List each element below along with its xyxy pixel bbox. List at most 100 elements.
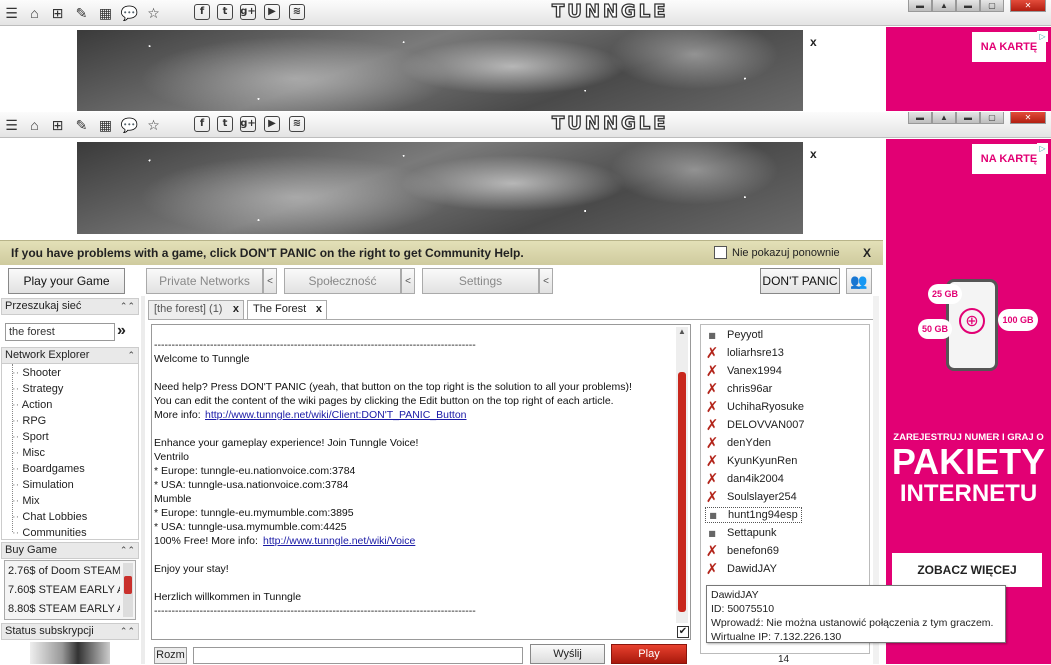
user-list-item[interactable]: ✗ Vanex1994 [705, 362, 782, 380]
scroll-thumb[interactable] [678, 372, 686, 612]
ad-close-button[interactable]: x [810, 35, 817, 49]
close-tab-icon[interactable]: x [233, 301, 239, 318]
private-networks-caret[interactable]: < [263, 268, 277, 294]
explorer-item[interactable]: ·· RPG [12, 415, 46, 427]
chat-scrollbar[interactable]: ▲ [676, 327, 688, 623]
close-button[interactable]: ✕ [1010, 0, 1046, 12]
user-list-item[interactable]: ✗ DELOVVAN007 [705, 416, 805, 434]
collapse-icon[interactable]: ⌃ [127, 348, 135, 363]
user-list-item[interactable]: ✗ denYden [705, 434, 771, 452]
explorer-item[interactable]: ·· Strategy [12, 383, 63, 395]
tab-forest-network[interactable]: [the forest] (1) x [148, 300, 244, 319]
subscription-panel-header[interactable]: Status subskrypcji ⌃⌃ [1, 623, 139, 640]
explorer-item[interactable]: ·· Communities [12, 527, 87, 539]
adchoices-icon[interactable]: ▷ [1037, 143, 1048, 154]
network-icon[interactable]: ⊞ [49, 116, 66, 133]
star-icon[interactable]: ☆ [145, 116, 162, 133]
explorer-item[interactable]: ·· Shooter [12, 367, 61, 379]
side-ad-top[interactable]: NA KARTĘ ▷ [886, 27, 1051, 111]
banner-ad-image[interactable] [77, 30, 803, 111]
users-icon[interactable]: 👥 [846, 268, 872, 294]
explorer-panel-header[interactable]: Network Explorer ⌃ [1, 347, 139, 364]
buy-game-item[interactable]: 2.76$ of Doom STEAM [8, 565, 120, 577]
user-list-item[interactable]: ✗ chris96ar [705, 380, 773, 398]
network-search-input[interactable]: the forest [5, 323, 115, 341]
community-caret[interactable]: < [401, 268, 415, 294]
explorer-item[interactable]: ·· Boardgames [12, 463, 85, 475]
play-your-game-button[interactable]: Play your Game [8, 268, 125, 294]
user-list-item[interactable]: ■ hunt1ng94esp [705, 507, 802, 523]
minimize-button[interactable]: ▬ [956, 0, 980, 12]
facebook-icon[interactable]: f [194, 4, 210, 20]
maximize-button[interactable]: ▢ [980, 112, 1004, 124]
chat-area[interactable]: ▲ ✔ ------------------------------------… [151, 324, 691, 640]
collapse-button[interactable]: ▲ [932, 0, 956, 12]
private-networks-button[interactable]: Private Networks [146, 268, 263, 294]
side-ad-cta-button[interactable]: ZOBACZ WIĘCEJ [892, 553, 1042, 587]
edit-icon[interactable]: ✎ [73, 116, 90, 133]
user-list-item[interactable]: ✗ DawidJAY [705, 560, 777, 578]
buy-game-scrollbar[interactable] [123, 563, 133, 617]
autoscroll-checkbox[interactable]: ✔ [677, 626, 689, 638]
menu-icon[interactable]: ☰ [3, 4, 20, 21]
chat-icon[interactable]: 💬 [121, 116, 138, 133]
googleplus-icon[interactable]: g+ [240, 4, 256, 20]
community-button[interactable]: Społeczność [284, 268, 401, 294]
user-list-item[interactable]: ✗ benefon69 [705, 542, 779, 560]
facebook-icon[interactable]: f [194, 116, 210, 132]
settings-button[interactable]: Settings [422, 268, 539, 294]
explorer-item[interactable]: ·· Sport [12, 431, 49, 443]
maximize-button[interactable]: ▢ [980, 0, 1004, 12]
explorer-item[interactable]: ·· Simulation [12, 479, 74, 491]
close-button[interactable]: ✕ [1010, 112, 1046, 124]
explorer-item[interactable]: ·· Misc [12, 447, 45, 459]
grid-icon[interactable]: ▦ [97, 4, 114, 21]
rozm-button[interactable]: Rozm [154, 647, 187, 664]
user-list-item[interactable]: ■ Settapunk [705, 525, 776, 541]
explorer-item[interactable]: ·· Mix [12, 495, 40, 507]
user-list-item[interactable]: ■ Peyyotl [705, 327, 763, 343]
search-panel-header[interactable]: Przeszukaj sieć ⌃⌃ [1, 298, 139, 315]
minimize-button[interactable]: ▬ [956, 112, 980, 124]
collapse-icon[interactable]: ⌃⌃ [120, 543, 135, 558]
user-list-item[interactable]: ✗ dan4ik2004 [705, 470, 784, 488]
collapse-icon[interactable]: ⌃⌃ [120, 299, 135, 314]
rss-icon[interactable]: ≋ [289, 116, 305, 132]
settings-caret[interactable]: < [539, 268, 553, 294]
twitter-icon[interactable]: t [217, 4, 233, 20]
banner-ad-image[interactable] [77, 142, 803, 234]
grid-icon[interactable]: ▦ [97, 116, 114, 133]
buy-game-panel-header[interactable]: Buy Game ⌃⌃ [1, 542, 139, 559]
youtube-icon[interactable]: ▶ [264, 4, 280, 20]
googleplus-icon[interactable]: g+ [240, 116, 256, 132]
home-icon[interactable]: ⌂ [26, 4, 43, 21]
close-tab-icon[interactable]: x [316, 301, 322, 318]
send-button[interactable]: Wyślij [530, 644, 605, 664]
user-list-item[interactable]: ✗ KyunKyunRen [705, 452, 798, 470]
user-list-item[interactable]: ✗ loliarhsre13 [705, 344, 784, 362]
warning-close-button[interactable]: X [863, 246, 871, 260]
chat-input[interactable] [193, 647, 523, 664]
rss-icon[interactable]: ≋ [289, 4, 305, 20]
chat-link[interactable]: http://www.tunngle.net/wiki/Voice [263, 535, 415, 547]
adchoices-icon[interactable]: ▷ [1037, 31, 1048, 42]
youtube-icon[interactable]: ▶ [264, 116, 280, 132]
ad-close-button[interactable]: x [810, 147, 817, 161]
network-icon[interactable]: ⊞ [49, 4, 66, 21]
minimize-small-button[interactable]: ▬ [908, 0, 932, 12]
star-icon[interactable]: ☆ [145, 4, 162, 21]
explorer-item[interactable]: ·· Chat Lobbies [12, 511, 87, 523]
home-icon[interactable]: ⌂ [26, 116, 43, 133]
user-list-item[interactable]: ✗ UchihaRyosuke [705, 398, 804, 416]
buy-game-item[interactable]: 7.60$ STEAM EARLY A [8, 584, 120, 596]
scroll-up-icon[interactable]: ▲ [676, 327, 688, 337]
play-button[interactable]: Play [611, 644, 687, 664]
twitter-icon[interactable]: t [217, 116, 233, 132]
menu-icon[interactable]: ☰ [3, 116, 20, 133]
left-splitter[interactable] [141, 296, 145, 664]
chat-link[interactable]: http://www.tunngle.net/wiki/Client:DON'T… [205, 409, 467, 421]
collapse-button[interactable]: ▲ [932, 112, 956, 124]
dont-panic-button[interactable]: DON'T PANIC [760, 268, 840, 294]
tab-the-forest[interactable]: The Forest x [247, 300, 327, 319]
minimize-small-button[interactable]: ▬ [908, 112, 932, 124]
